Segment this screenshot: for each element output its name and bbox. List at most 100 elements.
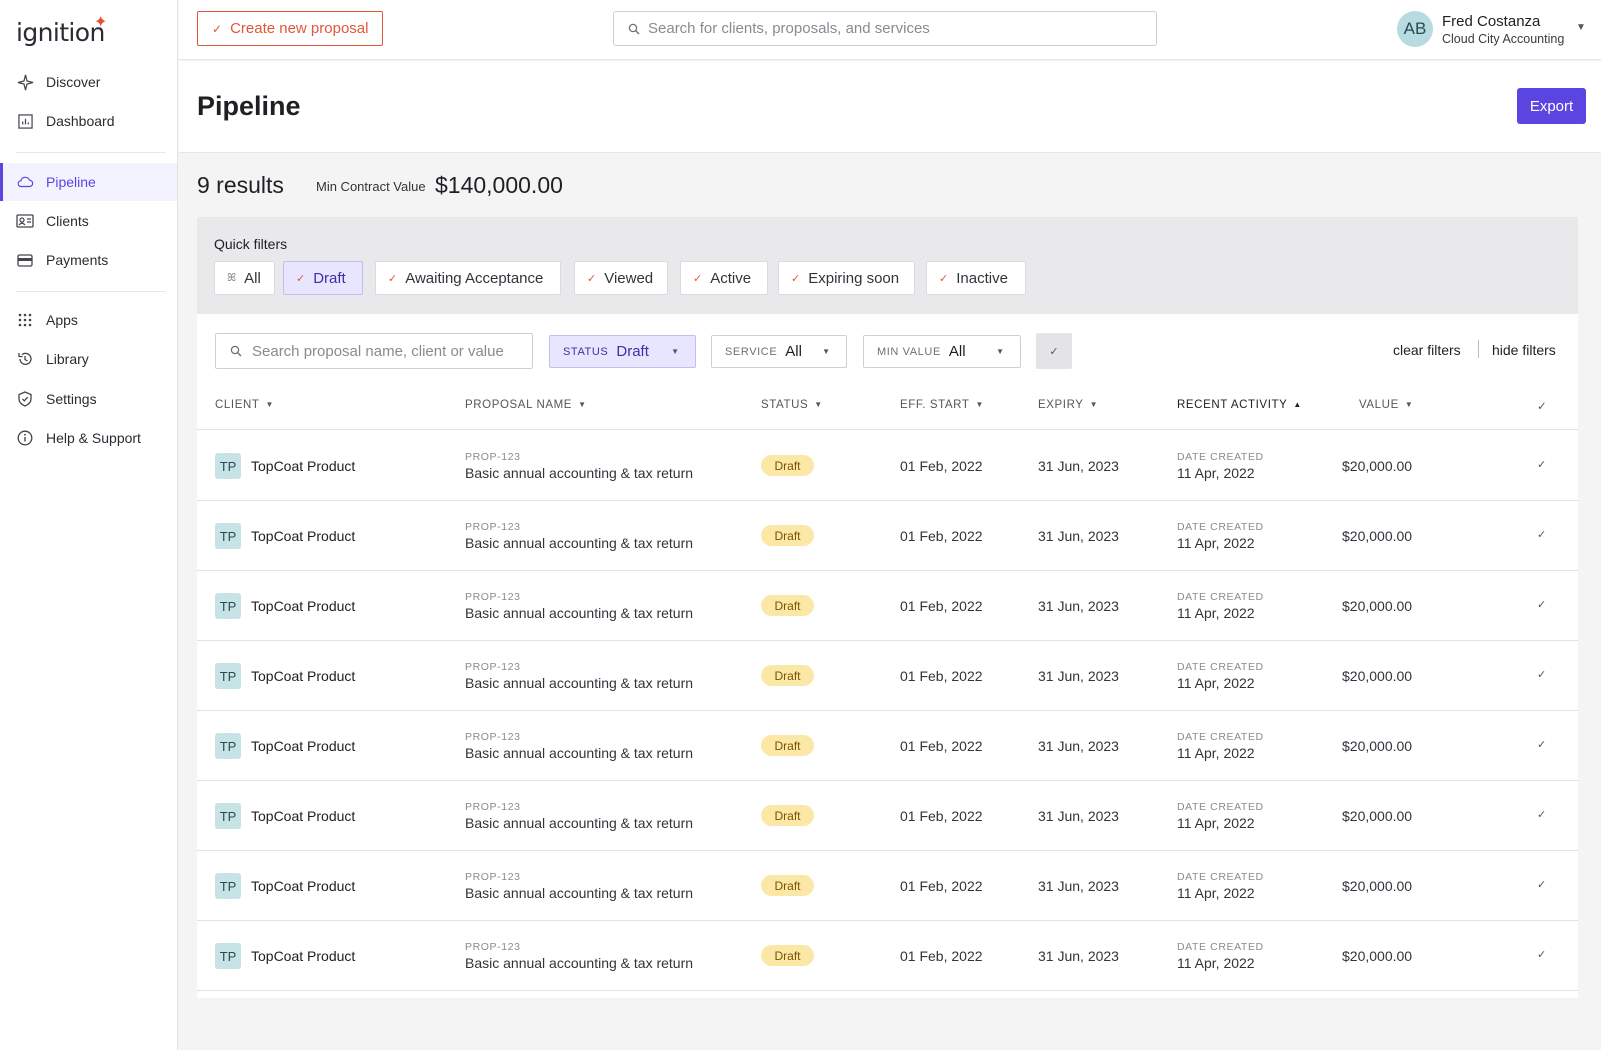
sidebar-item-help[interactable]: Help & Support [0, 419, 177, 457]
client-avatar: TP [215, 943, 241, 969]
create-proposal-button[interactable]: ✓ Create new proposal [197, 11, 383, 46]
chip-label: Expiring soon [808, 269, 900, 287]
quick-filter-awaiting-acceptance[interactable]: ✓ Awaiting Acceptance [375, 261, 561, 295]
column-header-eff-start[interactable]: EFF. START ▼ [900, 399, 984, 411]
quick-filter-expiring-soon[interactable]: ✓ Expiring soon [778, 261, 915, 295]
id-card-icon [16, 212, 34, 230]
chip-label: Active [710, 269, 752, 287]
client-name[interactable]: TopCoat Product [251, 808, 355, 824]
column-header-proposal-name[interactable]: PROPOSAL NAME ▼ [465, 399, 587, 411]
activity-label: DATE CREATED [1177, 941, 1264, 953]
row-check-icon[interactable]: ✓ [1537, 598, 1546, 611]
sidebar-item-label: Pipeline [46, 174, 96, 190]
sidebar-item-discover[interactable]: Discover [0, 63, 177, 101]
proposal-name[interactable]: Basic annual accounting & tax return [465, 815, 693, 831]
client-name[interactable]: TopCoat Product [251, 738, 355, 754]
quick-filter-draft[interactable]: ✓ Draft [283, 261, 363, 295]
clear-filters-link[interactable]: clear filters [1393, 342, 1461, 358]
table-row[interactable]: TP TopCoat Product PROP-123 Basic annual… [197, 500, 1578, 571]
select-all-check-icon[interactable]: ✓ [1537, 399, 1547, 413]
info-icon [16, 429, 34, 447]
column-header-expiry[interactable]: EXPIRY ▼ [1038, 399, 1098, 411]
user-avatar[interactable]: AB [1397, 11, 1433, 47]
proposal-name[interactable]: Basic annual accounting & tax return [465, 605, 693, 621]
page-header: Pipeline Export [179, 61, 1601, 153]
export-button[interactable]: Export [1517, 88, 1586, 124]
apply-filters-button[interactable]: ✓ [1036, 333, 1072, 369]
service-filter-dropdown[interactable]: SERVICE All ▼ [711, 335, 847, 368]
proposal-id: PROP-123 [465, 871, 521, 883]
client-name[interactable]: TopCoat Product [251, 598, 355, 614]
column-header-value[interactable]: VALUE ▼ [1359, 399, 1413, 411]
row-check-icon[interactable]: ✓ [1537, 668, 1546, 681]
client-name[interactable]: TopCoat Product [251, 878, 355, 894]
expiry-date: 31 Jun, 2023 [1038, 598, 1119, 614]
table-row[interactable]: TP TopCoat Product PROP-123 Basic annual… [197, 640, 1578, 711]
status-badge: Draft [761, 595, 814, 616]
sidebar-item-settings[interactable]: Settings [0, 380, 177, 418]
min-value-filter-dropdown[interactable]: MIN VALUE All ▼ [863, 335, 1021, 368]
proposal-name[interactable]: Basic annual accounting & tax return [465, 885, 693, 901]
status-filter-dropdown[interactable]: STATUS Draft ▼ [549, 335, 696, 368]
table-row[interactable]: TP TopCoat Product PROP-123 Basic annual… [197, 850, 1578, 921]
top-bar: ✓ Create new proposal Search for clients… [179, 0, 1601, 60]
table-row[interactable]: TP TopCoat Product PROP-123 Basic annual… [197, 710, 1578, 781]
quick-filter-viewed[interactable]: ✓ Viewed [574, 261, 668, 295]
quick-filter-active[interactable]: ✓ Active [680, 261, 768, 295]
proposal-name[interactable]: Basic annual accounting & tax return [465, 465, 693, 481]
chip-label: Viewed [604, 269, 654, 287]
proposal-value: $20,000.00 [1342, 948, 1413, 964]
proposal-name[interactable]: Basic annual accounting & tax return [465, 955, 693, 971]
row-check-icon[interactable]: ✓ [1537, 528, 1546, 541]
quick-filter-inactive[interactable]: ✓ Inactive [926, 261, 1026, 295]
sidebar-item-payments[interactable]: Payments [0, 241, 177, 279]
user-name[interactable]: Fred Costanza [1442, 13, 1540, 30]
column-header-label: PROPOSAL NAME [465, 399, 573, 411]
global-search-input[interactable]: Search for clients, proposals, and servi… [613, 11, 1157, 46]
page-title: Pipeline [197, 91, 301, 121]
history-icon [16, 350, 34, 368]
sidebar-item-pipeline[interactable]: Pipeline [0, 163, 177, 201]
proposal-id: PROP-123 [465, 521, 521, 533]
client-name[interactable]: TopCoat Product [251, 528, 355, 544]
column-header-label: EXPIRY [1038, 399, 1084, 411]
proposal-search-placeholder: Search proposal name, client or value [252, 342, 504, 360]
proposal-name[interactable]: Basic annual accounting & tax return [465, 745, 693, 761]
client-name[interactable]: TopCoat Product [251, 948, 355, 964]
activity-date: 11 Apr, 2022 [1177, 955, 1255, 971]
caret-down-icon: ▼ [671, 347, 679, 356]
column-header-status[interactable]: STATUS ▼ [761, 399, 823, 411]
service-filter-label: SERVICE [725, 345, 778, 358]
service-filter-value: All [785, 343, 802, 360]
proposal-name[interactable]: Basic annual accounting & tax return [465, 535, 693, 551]
sidebar-divider [16, 152, 166, 153]
row-check-icon[interactable]: ✓ [1537, 878, 1546, 891]
column-header-label: VALUE [1359, 399, 1399, 411]
sidebar-item-clients[interactable]: Clients [0, 202, 177, 240]
activity-label: DATE CREATED [1177, 801, 1264, 813]
client-avatar: TP [215, 663, 241, 689]
sidebar-item-library[interactable]: Library [0, 340, 177, 378]
sidebar-item-apps[interactable]: Apps [0, 301, 177, 339]
table-row[interactable]: TP TopCoat Product PROP-123 Basic annual… [197, 920, 1578, 991]
proposal-name[interactable]: Basic annual accounting & tax return [465, 675, 693, 691]
ignition-logo[interactable]: ignition [16, 18, 105, 47]
row-check-icon[interactable]: ✓ [1537, 738, 1546, 751]
column-header-recent-activity[interactable]: RECENT ACTIVITY ▲ [1177, 399, 1302, 411]
row-check-icon[interactable]: ✓ [1537, 948, 1546, 961]
hide-filters-link[interactable]: hide filters [1492, 342, 1556, 358]
client-name[interactable]: TopCoat Product [251, 458, 355, 474]
chevron-down-icon[interactable]: ▼ [1576, 22, 1586, 33]
quick-filter-all[interactable]: ꕤ All [214, 261, 275, 295]
column-header-client[interactable]: CLIENT ▼ [215, 399, 274, 411]
table-row[interactable]: TP TopCoat Product PROP-123 Basic annual… [197, 780, 1578, 851]
row-check-icon[interactable]: ✓ [1537, 458, 1546, 471]
sidebar-item-dashboard[interactable]: Dashboard [0, 102, 177, 140]
row-check-icon[interactable]: ✓ [1537, 808, 1546, 821]
client-name[interactable]: TopCoat Product [251, 668, 355, 684]
proposal-search-input[interactable]: Search proposal name, client or value [215, 333, 533, 369]
status-badge: Draft [761, 875, 814, 896]
sidebar-item-label: Library [46, 351, 89, 367]
table-row[interactable]: TP TopCoat Product PROP-123 Basic annual… [197, 570, 1578, 641]
table-row[interactable]: TP TopCoat Product PROP-123 Basic annual… [197, 430, 1578, 501]
